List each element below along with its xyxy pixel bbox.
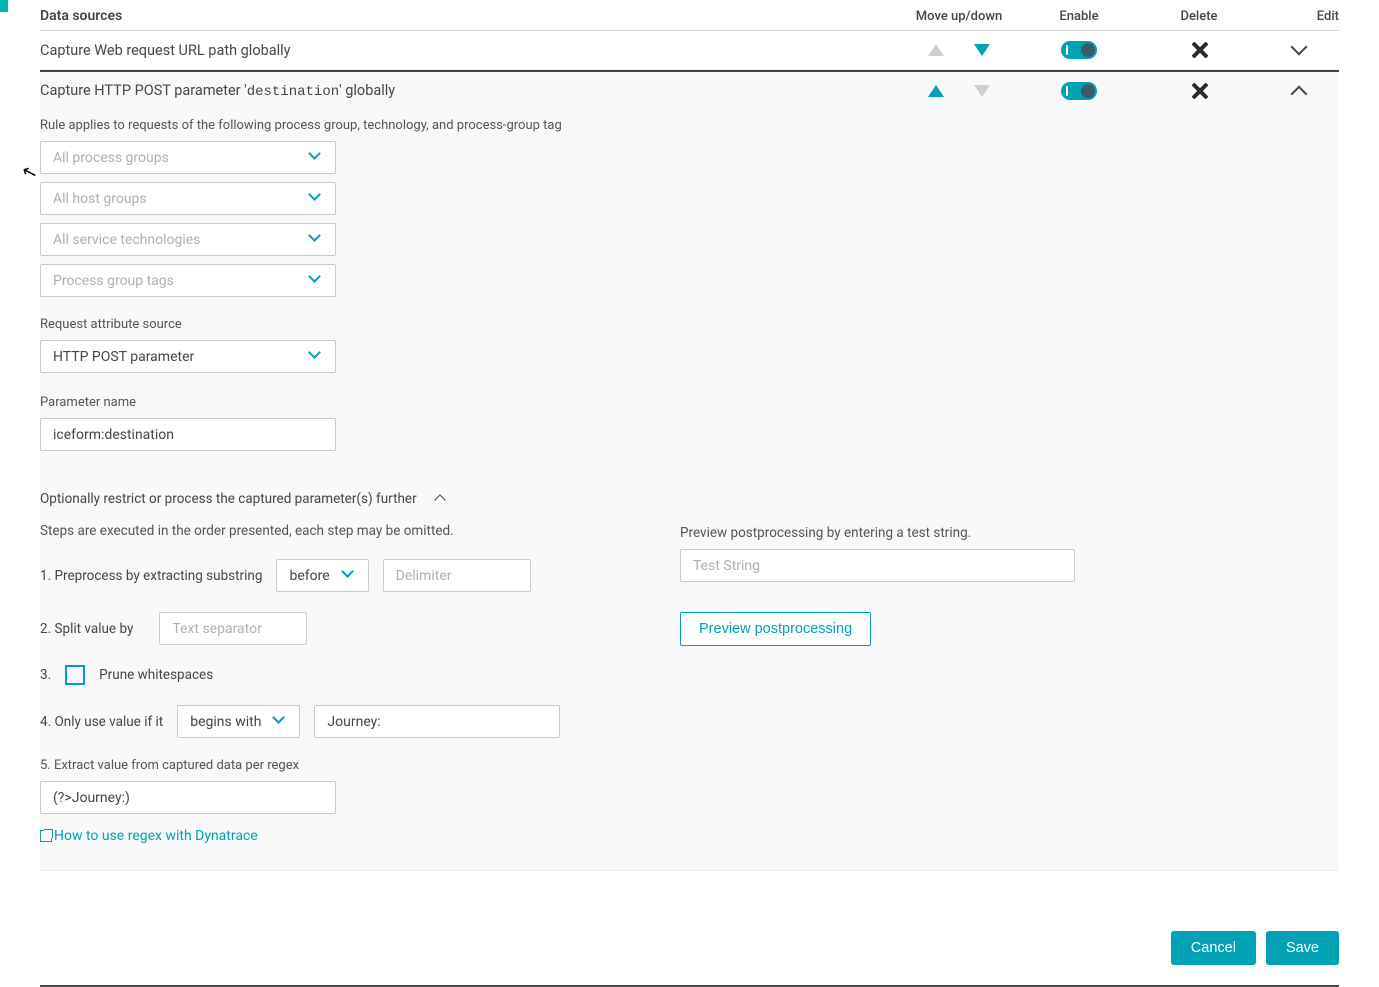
step-2: 2. Split value by: [40, 612, 620, 645]
chevron-down-icon: [309, 274, 323, 288]
external-link-icon: [40, 830, 52, 842]
service-technology-select[interactable]: All service technologies: [40, 223, 336, 256]
regex-input[interactable]: [40, 781, 336, 814]
parameter-name-label: Parameter name: [40, 395, 1339, 410]
step-3: 3. Prune whitespaces: [40, 665, 620, 685]
preview-test-input[interactable]: [680, 549, 1075, 582]
steps-intro: Steps are executed in the order presente…: [40, 523, 620, 539]
chevron-down-icon: [309, 350, 323, 364]
col-move: Move up/down: [899, 9, 1019, 24]
request-source-label: Request attribute source: [40, 317, 1339, 332]
delimiter-input[interactable]: [383, 559, 531, 592]
chevron-down-icon: [309, 151, 323, 165]
parameter-name-input[interactable]: [40, 418, 336, 451]
chevron-up-icon: [435, 492, 449, 506]
col-edit: Edit: [1259, 9, 1339, 24]
regex-help-link[interactable]: How to use regex with Dynatrace: [40, 828, 258, 844]
rule-editor-panel: Rule applies to requests of the followin…: [40, 110, 1339, 871]
move-down-icon[interactable]: [974, 44, 990, 56]
process-group-select[interactable]: All process groups: [40, 141, 336, 174]
delete-icon[interactable]: [1190, 82, 1208, 100]
preview-label: Preview postprocessing by entering a tes…: [680, 525, 1339, 541]
prune-whitespace-checkbox[interactable]: [65, 665, 85, 685]
enable-toggle[interactable]: [1061, 41, 1097, 59]
data-source-row: Capture HTTP POST parameter 'destination…: [40, 70, 1339, 110]
row-name: Capture HTTP POST parameter 'destination…: [40, 82, 899, 100]
chevron-down-icon: [309, 192, 323, 206]
footer-actions: Cancel Save: [40, 931, 1339, 987]
save-button[interactable]: Save: [1266, 931, 1339, 965]
chevron-down-icon: [309, 233, 323, 247]
col-delete: Delete: [1139, 9, 1259, 24]
sidebar-accent: [0, 0, 8, 12]
chevron-down-icon: [273, 715, 287, 729]
data-sources-header: Data sources Move up/down Enable Delete …: [40, 4, 1339, 31]
col-enable: Enable: [1019, 9, 1139, 24]
move-up-icon[interactable]: [928, 85, 944, 97]
expand-icon[interactable]: [1292, 43, 1306, 57]
row-name: Capture Web request URL path globally: [40, 42, 899, 59]
collapse-icon[interactable]: [1292, 84, 1306, 98]
split-separator-input[interactable]: [159, 612, 307, 645]
request-source-select[interactable]: HTTP POST parameter: [40, 340, 336, 373]
enable-toggle[interactable]: [1061, 82, 1097, 100]
delete-icon[interactable]: [1190, 41, 1208, 59]
preview-button[interactable]: Preview postprocessing: [680, 612, 871, 646]
header-title: Data sources: [40, 8, 899, 24]
step-4: 4. Only use value if it begins with: [40, 705, 620, 738]
data-source-row: Capture Web request URL path globally: [40, 31, 1339, 70]
optional-section-toggle[interactable]: Optionally restrict or process the captu…: [40, 491, 1339, 507]
preprocess-mode-select[interactable]: before: [276, 559, 368, 592]
chevron-down-icon: [342, 569, 356, 583]
cancel-button[interactable]: Cancel: [1171, 931, 1256, 965]
condition-value-input[interactable]: [314, 705, 560, 738]
condition-mode-select[interactable]: begins with: [177, 705, 300, 738]
step-5-label: 5. Extract value from captured data per …: [40, 758, 620, 773]
step-1: 1. Preprocess by extracting substring be…: [40, 559, 620, 592]
rule-scope-label: Rule applies to requests of the followin…: [40, 118, 1339, 133]
move-down-icon: [974, 85, 990, 97]
host-group-select[interactable]: All host groups: [40, 182, 336, 215]
move-up-icon: [928, 44, 944, 56]
process-group-tags-select[interactable]: Process group tags: [40, 264, 336, 297]
